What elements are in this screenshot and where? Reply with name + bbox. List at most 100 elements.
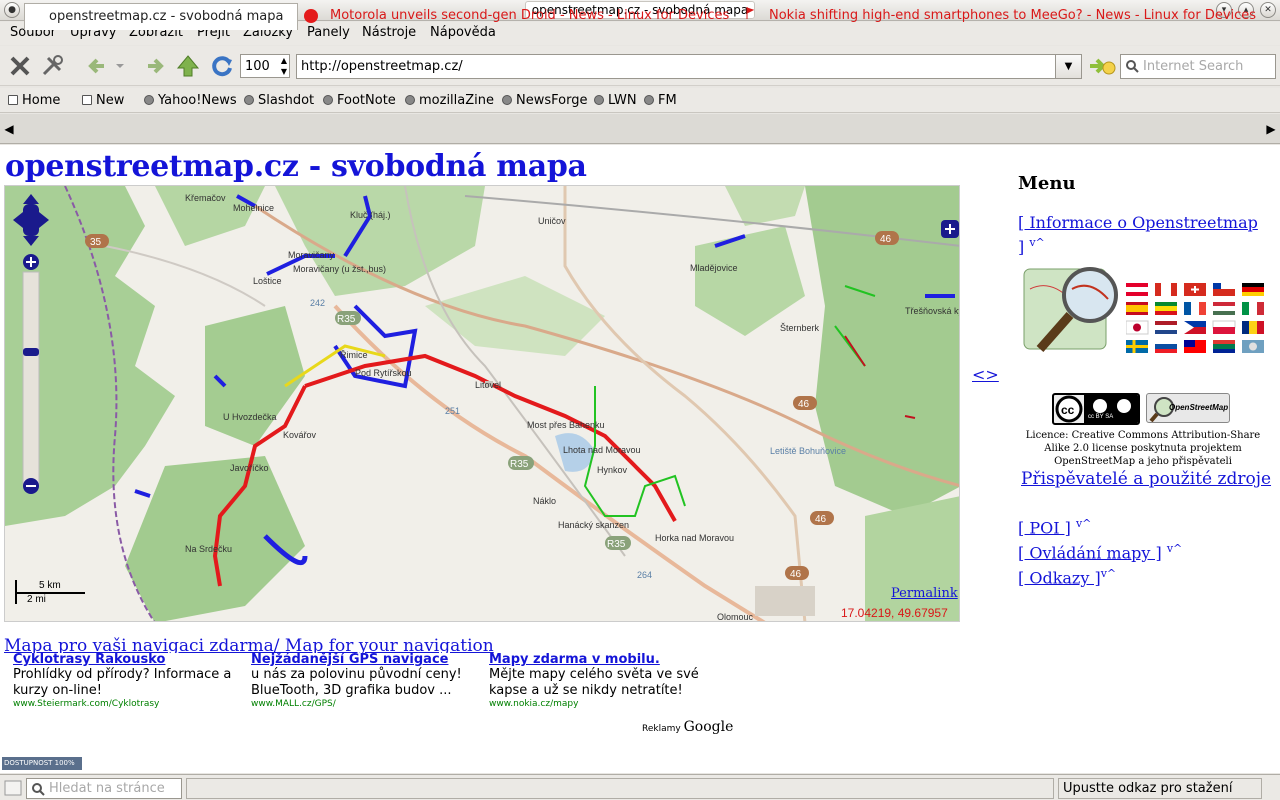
globe-icon: [594, 95, 604, 105]
zoom-field[interactable]: 100 ▲ ▼: [240, 54, 290, 78]
map-label-naklo: Náklo: [533, 496, 556, 506]
back-history-icon[interactable]: [112, 52, 128, 80]
map-canvas[interactable]: Mohelnice Loštice Moravičany Uničov Mlad…: [5, 186, 960, 622]
pan-left-icon[interactable]: [13, 212, 23, 228]
flag-hu-icon[interactable]: [1213, 302, 1235, 306]
ad-title[interactable]: Nejžádanější GPS navigace: [251, 652, 481, 667]
tab-motorola[interactable]: Motorola unveils second-gen Droid - News…: [302, 3, 736, 30]
expand-toggle[interactable]: v^: [1029, 236, 1044, 249]
bookmark-new[interactable]: New: [82, 93, 124, 108]
pan-up-icon[interactable]: [23, 194, 39, 204]
flag-sk-icon[interactable]: [1155, 340, 1177, 344]
globe-icon: [644, 95, 654, 105]
ad-url[interactable]: www.nokia.cz/mapy: [489, 699, 719, 709]
menu-item-informace[interactable]: [ Informace o Openstreetmap ] v^: [1018, 213, 1268, 257]
contributors-link[interactable]: Přispěvatelé a použité zdroje: [1021, 469, 1271, 489]
tab-openstreetmap[interactable]: openstreetmap.cz - svobodná mapa: [24, 3, 298, 30]
map-label-hynkov: Hynkov: [597, 465, 628, 475]
find-in-page-input[interactable]: Hledat na stránce: [26, 778, 182, 799]
bookmark-label: NewsForge: [516, 93, 588, 108]
ad-block: Cyklotrasy Rakousko Prohlídky od přírody…: [13, 652, 243, 709]
flag-it-icon[interactable]: [1242, 302, 1249, 315]
expand-toggle[interactable]: v^: [1101, 567, 1116, 580]
bookmark-home[interactable]: Home: [8, 93, 60, 108]
zoom-spin-icon[interactable]: ▲ ▼: [281, 55, 287, 77]
map-label-pod-rytirskou: Pod Rytířskou: [355, 368, 412, 378]
bookmark-newsforge[interactable]: NewsForge: [502, 93, 587, 108]
pan-right-icon[interactable]: [39, 212, 49, 228]
map-navigation-control[interactable]: [13, 194, 49, 498]
tabs-scroll-right-icon[interactable]: ▶: [1264, 116, 1278, 142]
map-label-na-srdecku: Na Srdečku: [185, 544, 232, 554]
flag-ro-icon[interactable]: [1242, 321, 1249, 334]
ads-by-google[interactable]: Reklamy Google: [642, 719, 733, 735]
road-label-242: 242: [310, 298, 325, 308]
ad-url[interactable]: www.MALL.cz/GPS/: [251, 699, 481, 709]
map-label-moravicany-zst: Moravičany (u žst.,bus): [293, 264, 386, 274]
flag-icon: [746, 7, 754, 19]
close-window-icon[interactable]: ✕: [1260, 2, 1276, 18]
menu-item-poi[interactable]: [ POI ] v^: [1018, 517, 1091, 537]
menu-item-odkazy[interactable]: [ Odkazy ]v^: [1018, 567, 1116, 587]
expand-toggle[interactable]: v^: [1167, 542, 1182, 555]
go-icon[interactable]: [1088, 55, 1116, 77]
stop-icon[interactable]: [6, 52, 34, 80]
bookmark-yahoo[interactable]: Yahoo!News: [144, 93, 237, 108]
ad-title[interactable]: Mapy zdarma v mobilu.: [489, 652, 719, 667]
road-shield-46-3: 46: [815, 514, 827, 525]
status-text: Upustte odkaz pro stažení: [1058, 778, 1262, 799]
reload-icon[interactable]: [208, 52, 236, 80]
zoom-slider-track[interactable]: [22, 271, 40, 485]
map-label-javoricko: Javoříčko: [230, 463, 269, 473]
ad-url[interactable]: www.Steiermark.com/Cyklotrasy: [13, 699, 243, 709]
bookmark-fm[interactable]: FM: [644, 93, 677, 108]
back-icon[interactable]: [84, 52, 112, 80]
menu-item-poi-label[interactable]: [ POI ]: [1018, 518, 1071, 537]
flag-pl-icon[interactable]: [1212, 320, 1236, 329]
expand-toggle[interactable]: v^: [1076, 517, 1091, 530]
permalink-link[interactable]: Permalink: [891, 586, 958, 601]
globe-icon: [323, 95, 333, 105]
toggle-map-size-link[interactable]: <>: [972, 365, 999, 384]
tools-icon[interactable]: [38, 52, 66, 80]
tab-bar: [0, 114, 1280, 144]
pan-down-icon[interactable]: [23, 236, 39, 246]
flags-grid[interactable]: [1125, 283, 1268, 353]
status-bar: Hledat na stránce Upustte odkaz pro staž…: [0, 774, 1280, 800]
tab-nokia[interactable]: Nokia shifting high-end smartphones to M…: [740, 3, 1262, 30]
menu-item-ovladani-label[interactable]: [ Ovládání mapy ]: [1018, 543, 1162, 562]
bookmark-lwn[interactable]: LWN: [594, 93, 637, 108]
forward-icon[interactable]: [140, 52, 168, 80]
layer-switcher-icon[interactable]: [941, 220, 959, 238]
bookmarks-toolbar: Home New Yahoo!News Slashdot FootNote mo…: [0, 88, 1280, 113]
cc-by-sa-badge[interactable]: cc cc BY SA: [1052, 393, 1140, 425]
menu-item-odkazy-label[interactable]: [ Odkazy ]: [1018, 568, 1101, 587]
flag-fr-icon[interactable]: [1184, 302, 1191, 315]
ad-block: Nejžádanější GPS navigace u nás za polov…: [251, 652, 481, 709]
search-placeholder: Internet Search: [1143, 59, 1244, 74]
bookmark-footnote[interactable]: FootNote: [323, 93, 396, 108]
bookmark-label: FootNote: [337, 93, 396, 108]
close-find-icon[interactable]: [4, 780, 22, 796]
ads-label: Reklamy: [642, 724, 681, 734]
bookmark-label: Slashdot: [258, 93, 315, 108]
bookmark-slashdot[interactable]: Slashdot: [244, 93, 314, 108]
url-dropdown-icon[interactable]: ▼: [1055, 55, 1081, 78]
osm-badge[interactable]: OpenStreetMap: [1146, 393, 1230, 423]
zoom-slider-handle[interactable]: [23, 348, 39, 356]
bookmark-label: Home: [22, 93, 61, 108]
accessibility-badge[interactable]: DOSTUPNOST 100%: [2, 757, 82, 770]
map-view[interactable]: Mohelnice Loštice Moravičany Uničov Mlad…: [4, 185, 960, 622]
ad-strip-link[interactable]: Mapa pro vaši navigaci zdarma/ Map for y…: [4, 636, 494, 653]
bookmark-mozillazine[interactable]: mozillaZine: [405, 93, 494, 108]
flag-de-icon[interactable]: [1242, 283, 1264, 287]
flag-nl-icon[interactable]: [1155, 321, 1177, 325]
url-bar[interactable]: http://openstreetmap.cz/ ▼: [296, 54, 1082, 79]
home-up-icon[interactable]: [174, 52, 202, 80]
ad-title[interactable]: Cyklotrasy Rakousko: [13, 652, 243, 667]
menu-item-informace-label[interactable]: [ Informace o Openstreetmap ]: [1018, 213, 1258, 256]
menu-item-ovladani[interactable]: [ Ovládání mapy ] v^: [1018, 542, 1182, 562]
tabs-scroll-left-icon[interactable]: ◀: [2, 116, 16, 142]
map-label-kluc: Kluč (háj.): [350, 210, 391, 220]
internet-search-input[interactable]: Internet Search: [1120, 54, 1276, 79]
